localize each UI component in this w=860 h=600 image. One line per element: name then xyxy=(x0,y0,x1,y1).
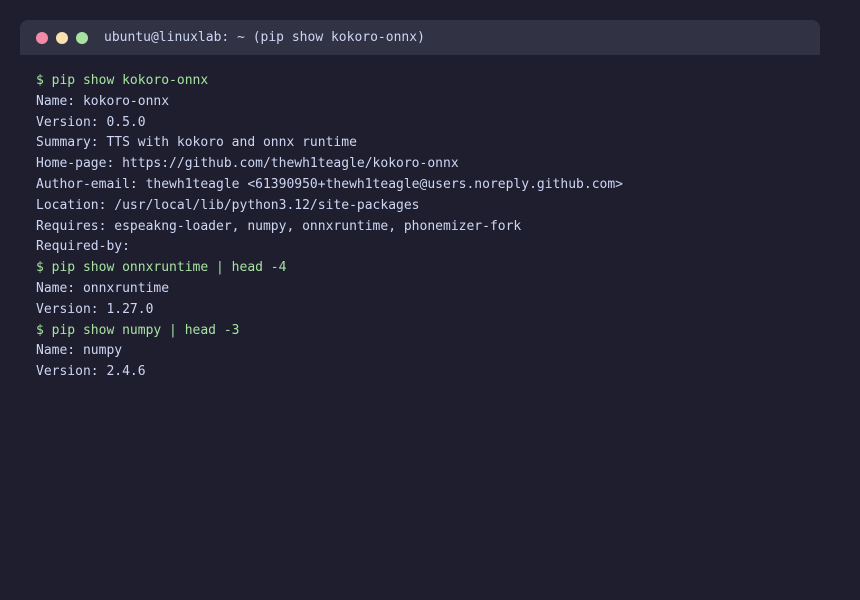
window-title: ubuntu@linuxlab: ~ (pip show kokoro-onnx… xyxy=(104,30,425,45)
terminal-command-line: $ pip show kokoro-onnx xyxy=(36,73,209,88)
terminal-output-line: Location: /usr/local/lib/python3.12/site… xyxy=(36,197,420,213)
terminal-output[interactable]: $ pip show kokoro-onnx Name: kokoro-onnx V… xyxy=(20,55,820,383)
terminal-output-line: Home-page: https://github.com/thewh1teag… xyxy=(36,156,459,172)
terminal-command-line: $ pip show onnxruntime | head -4 xyxy=(36,260,287,276)
terminal-output-line: Required-by: xyxy=(36,239,130,255)
close-window-button[interactable] xyxy=(36,31,48,44)
terminal-output-line: Version: 0.5.0 xyxy=(36,114,146,130)
terminal-window: ubuntu@linuxlab: ~ (pip show kokoro-onnx… xyxy=(20,20,820,600)
maximize-window-button[interactable] xyxy=(76,31,88,44)
title-bar[interactable]: ubuntu@linuxlab: ~ (pip show kokoro-onnx… xyxy=(20,20,820,55)
minimize-window-button[interactable] xyxy=(56,31,68,44)
terminal-output-line: Name: kokoro-onnx xyxy=(36,93,170,109)
terminal-output-line: Version: 1.27.0 xyxy=(36,301,154,317)
terminal-command-line: $ pip show numpy | head -3 xyxy=(36,322,240,338)
terminal-output-line: Author-email: thewh1teagle <61390950+the… xyxy=(36,176,623,192)
terminal-output-line: Version: 2.4.6 xyxy=(36,364,146,380)
terminal-output-line: Requires: espeakng-loader, numpy, onnxru… xyxy=(36,218,522,234)
terminal-output-line: Name: onnxruntime xyxy=(36,280,170,296)
terminal-output-line: Summary: TTS with kokoro and onnx runtim… xyxy=(36,135,357,151)
terminal-output-line: Name: numpy xyxy=(36,343,123,359)
